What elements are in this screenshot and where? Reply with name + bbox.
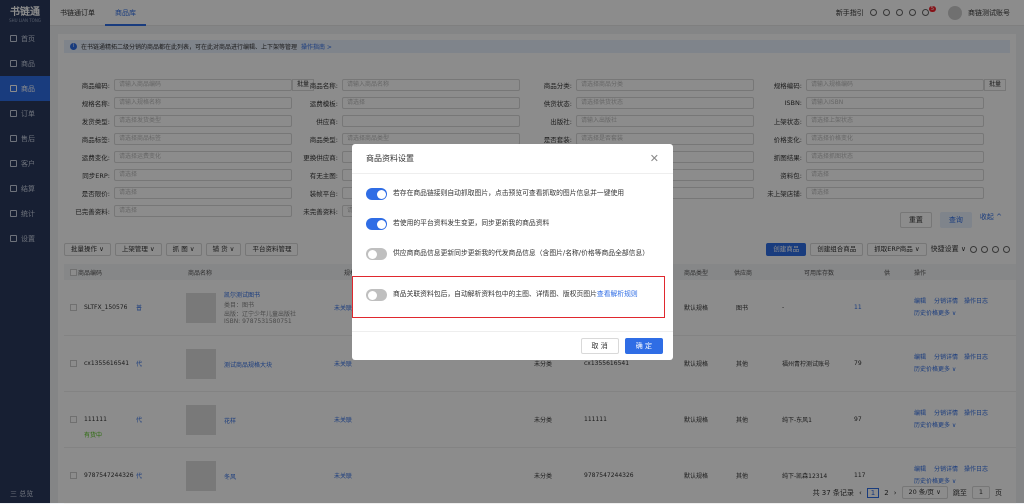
toggle-switch[interactable]: [366, 188, 387, 200]
modal-title: 商品资料设置: [366, 154, 414, 163]
confirm-button[interactable]: 确 定: [624, 338, 663, 354]
close-icon[interactable]: ✕: [650, 152, 659, 165]
toggle-switch[interactable]: [366, 248, 387, 260]
goods-material-settings-modal: 商品资料设置 ✕ 若存在商品链接则自动抓取图片，点击预览可查看抓取的图片信息并一键…: [352, 144, 673, 360]
highlight-box: [352, 276, 665, 318]
toggle-switch[interactable]: [366, 218, 387, 230]
modal-option: 供应商商品信息更新同步更新我的代发商品信息（含图片/名称/价格等商品全部信息）: [352, 248, 673, 260]
modal-option: 若存在商品链接则自动抓取图片，点击预览可查看抓取的图片信息并一键使用: [352, 188, 673, 200]
modal-option: 若使用的平台资料发生变更，同步更新我的商品资料: [352, 218, 673, 230]
cancel-button[interactable]: 取 消: [580, 338, 619, 354]
